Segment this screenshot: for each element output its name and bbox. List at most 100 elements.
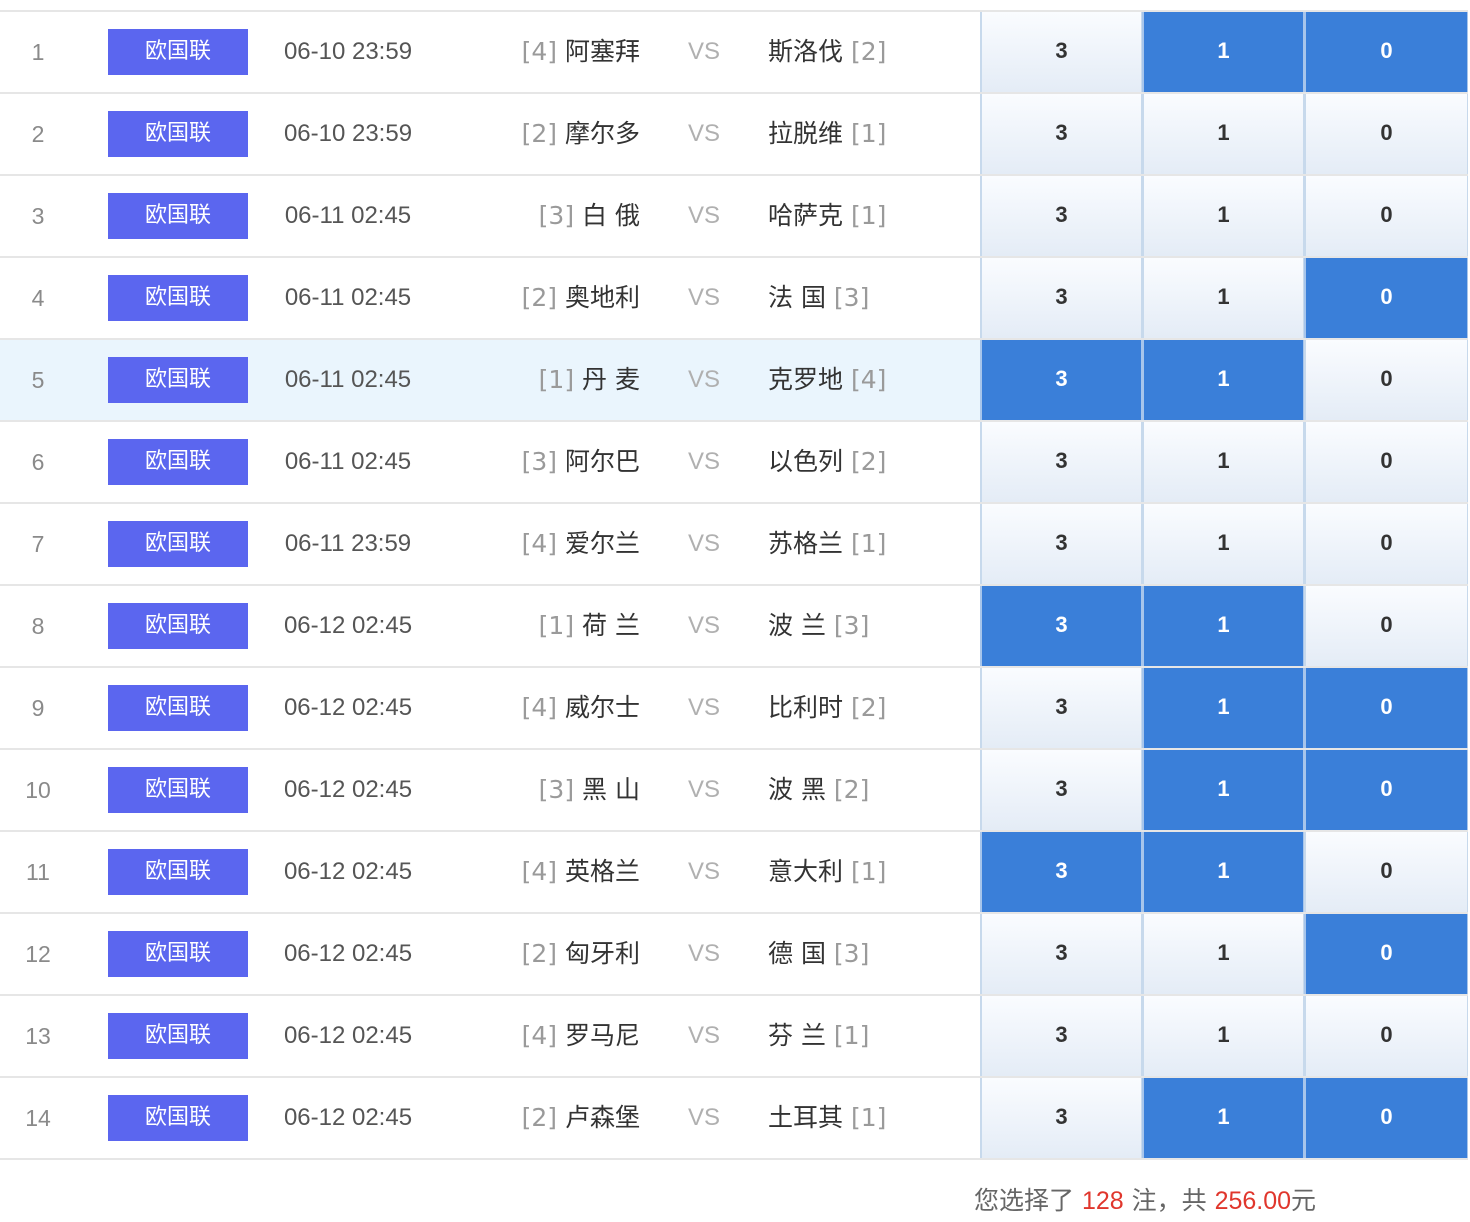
option-3-button[interactable]: 3	[980, 832, 1142, 912]
away-rank: [3]	[833, 939, 870, 968]
option-1-button[interactable]: 1	[1142, 996, 1304, 1076]
match-time: 06-12 02:45	[283, 694, 413, 721]
option-3-button[interactable]: 3	[980, 340, 1142, 420]
league-badge[interactable]: 欧国联	[108, 767, 248, 813]
option-0-button[interactable]: 0	[1304, 422, 1468, 502]
away-rank: [1]	[850, 1103, 887, 1132]
vs-label: VS	[687, 612, 720, 639]
option-0-button[interactable]: 0	[1304, 750, 1468, 830]
away-team-name: 土耳其	[768, 1103, 844, 1132]
option-0-button[interactable]: 0	[1304, 668, 1468, 748]
option-3-button[interactable]: 3	[980, 1078, 1142, 1158]
home-rank: [2]	[521, 283, 558, 312]
option-1-button[interactable]: 1	[1142, 422, 1304, 502]
result-options: 310	[980, 996, 1468, 1076]
away-team: 以色列 [2]	[768, 422, 968, 502]
option-1-button[interactable]: 1	[1142, 668, 1304, 748]
match-number: 9	[31, 695, 45, 721]
home-team: [2] 奥地利	[448, 258, 640, 338]
home-rank: [4]	[521, 693, 558, 722]
home-rank: [4]	[521, 1021, 558, 1050]
vs-label: VS	[687, 202, 720, 229]
option-3-button[interactable]: 3	[980, 504, 1142, 584]
away-team-name: 以色列	[768, 447, 844, 476]
match-number: 12	[25, 941, 51, 967]
away-team-name: 拉脱维	[768, 119, 844, 148]
away-team-name: 意大利	[768, 857, 844, 886]
league-badge[interactable]: 欧国联	[108, 275, 248, 321]
league-badge[interactable]: 欧国联	[108, 111, 248, 157]
away-team-name: 波 黑	[768, 775, 826, 804]
vs-label: VS	[687, 366, 720, 393]
home-team-name: 阿塞拜	[564, 37, 640, 66]
option-3-button[interactable]: 3	[980, 258, 1142, 338]
league-badge[interactable]: 欧国联	[108, 1013, 248, 1059]
league-badge[interactable]: 欧国联	[108, 931, 248, 977]
away-rank: [2]	[850, 447, 887, 476]
league-badge[interactable]: 欧国联	[108, 849, 248, 895]
option-3-button[interactable]: 3	[980, 996, 1142, 1076]
option-0-button[interactable]: 0	[1304, 12, 1468, 92]
away-team: 土耳其 [1]	[768, 1078, 968, 1158]
option-1-button[interactable]: 1	[1142, 504, 1304, 584]
home-team: [4] 爱尔兰	[448, 504, 640, 584]
option-3-button[interactable]: 3	[980, 668, 1142, 748]
match-number: 8	[31, 613, 45, 639]
option-1-button[interactable]: 1	[1142, 176, 1304, 256]
option-0-button[interactable]: 0	[1304, 914, 1468, 994]
away-team: 法 国 [3]	[768, 258, 968, 338]
option-0-button[interactable]: 0	[1304, 996, 1468, 1076]
away-rank: [1]	[833, 1021, 870, 1050]
option-3-button[interactable]: 3	[980, 94, 1142, 174]
option-0-button[interactable]: 0	[1304, 832, 1468, 912]
option-0-button[interactable]: 0	[1304, 504, 1468, 584]
result-options: 310	[980, 504, 1468, 584]
match-number: 6	[31, 449, 45, 475]
home-team: [4] 威尔士	[448, 668, 640, 748]
match-row: 14 欧国联 06-12 02:45 [2] 卢森堡 VS 土耳其 [1] 3 1 0	[0, 1078, 1468, 1160]
league-badge[interactable]: 欧国联	[108, 193, 248, 239]
league-badge[interactable]: 欧国联	[108, 357, 248, 403]
option-0-button[interactable]: 0	[1304, 1078, 1468, 1158]
summary-suffix: 元	[1291, 1186, 1317, 1215]
home-team-name: 白 俄	[582, 201, 640, 230]
league-badge[interactable]: 欧国联	[108, 29, 248, 75]
option-1-button[interactable]: 1	[1142, 258, 1304, 338]
option-3-button[interactable]: 3	[980, 586, 1142, 666]
option-1-button[interactable]: 1	[1142, 94, 1304, 174]
option-3-button[interactable]: 3	[980, 750, 1142, 830]
option-1-button[interactable]: 1	[1142, 832, 1304, 912]
match-row: 2 欧国联 06-10 23:59 [2] 摩尔多 VS 拉脱维 [1] 3 1 0	[0, 94, 1468, 176]
result-options: 310	[980, 176, 1468, 256]
league-badge[interactable]: 欧国联	[108, 521, 248, 567]
match-time: 06-12 02:45	[283, 1104, 413, 1131]
option-0-button[interactable]: 0	[1304, 258, 1468, 338]
league-badge[interactable]: 欧国联	[108, 603, 248, 649]
option-0-button[interactable]: 0	[1304, 94, 1468, 174]
league-badge[interactable]: 欧国联	[108, 439, 248, 485]
match-number: 10	[25, 777, 51, 803]
option-1-button[interactable]: 1	[1142, 914, 1304, 994]
option-1-button[interactable]: 1	[1142, 340, 1304, 420]
option-1-button[interactable]: 1	[1142, 586, 1304, 666]
match-time: 06-11 02:45	[284, 448, 412, 475]
option-0-button[interactable]: 0	[1304, 586, 1468, 666]
option-0-button[interactable]: 0	[1304, 340, 1468, 420]
away-team-name: 波 兰	[768, 611, 826, 640]
away-team: 斯洛伐 [2]	[768, 12, 968, 92]
league-badge[interactable]: 欧国联	[108, 685, 248, 731]
result-options: 310	[980, 1078, 1468, 1158]
home-rank: [3]	[538, 775, 575, 804]
league-badge[interactable]: 欧国联	[108, 1095, 248, 1141]
option-3-button[interactable]: 3	[980, 422, 1142, 502]
option-1-button[interactable]: 1	[1142, 1078, 1304, 1158]
option-1-button[interactable]: 1	[1142, 750, 1304, 830]
away-team-name: 德 国	[768, 939, 826, 968]
option-3-button[interactable]: 3	[980, 12, 1142, 92]
option-0-button[interactable]: 0	[1304, 176, 1468, 256]
option-3-button[interactable]: 3	[980, 914, 1142, 994]
option-1-button[interactable]: 1	[1142, 12, 1304, 92]
option-3-button[interactable]: 3	[980, 176, 1142, 256]
away-team: 波 黑 [2]	[768, 750, 968, 830]
match-row: 4 欧国联 06-11 02:45 [2] 奥地利 VS 法 国 [3] 3 1 0	[0, 258, 1468, 340]
